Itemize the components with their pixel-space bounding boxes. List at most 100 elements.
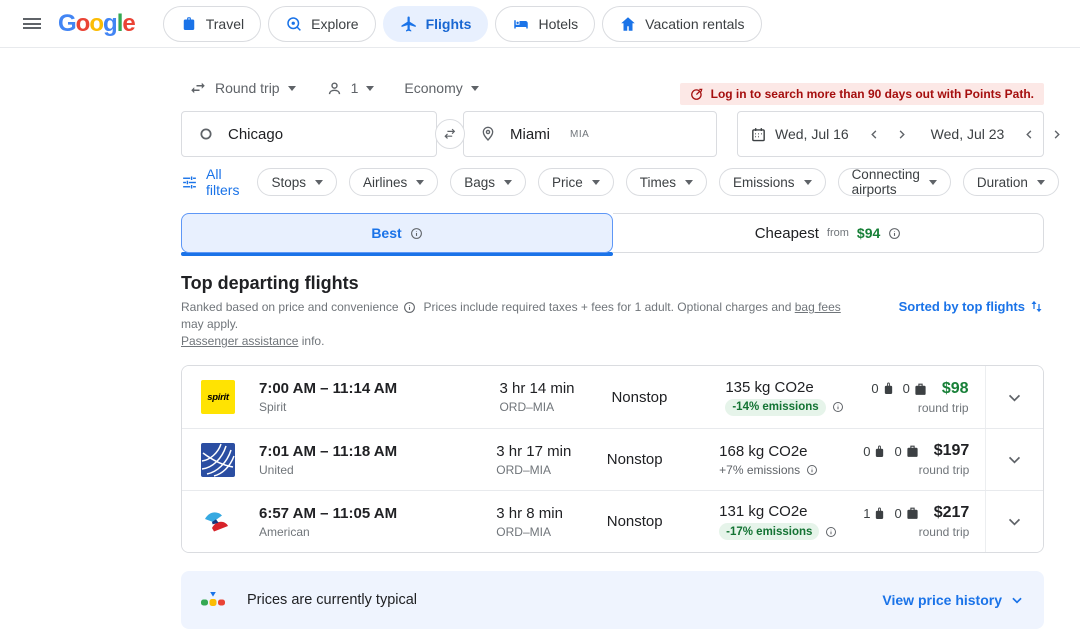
nav-vacation-rentals[interactable]: Vacation rentals [602,6,761,42]
carry-on-bag-icon [883,382,894,395]
all-filters-button[interactable]: All filters [181,166,245,198]
american-logo [201,505,235,539]
dates-field: Wed, Jul 16 Wed, Jul 23 [737,111,1044,157]
price-note: round trip [863,463,969,477]
all-filters-label: All filters [206,166,239,198]
bag-fees-link[interactable]: bag fees [795,300,841,314]
flight-co2: 135 kg CO2e [725,379,871,396]
emissions-badge: -14% emissions [725,399,825,416]
filter-chip-duration[interactable]: Duration [963,168,1059,196]
price-insight-banner: Prices are currently typical View price … [181,571,1044,629]
info-icon[interactable] [806,464,818,476]
origin-circle-icon [198,126,214,142]
sort-button[interactable]: Sorted by top flights [899,299,1044,350]
trip-type-select[interactable]: Round trip [181,79,304,97]
passengers-select[interactable]: 1 [318,80,383,97]
flight-route: ORD–MIA [496,525,606,539]
expand-flight-button[interactable] [985,366,1043,428]
chevron-down-icon [929,180,937,185]
swap-locations-button[interactable] [435,119,465,149]
filter-chip-emissions[interactable]: Emissions [719,168,826,196]
chip-label: Duration [977,175,1028,190]
expand-flight-button[interactable] [985,491,1043,552]
depart-next-day-button[interactable] [892,125,911,144]
fees-note: Prices include required taxes + fees for… [424,300,795,314]
passenger-note-post: info. [298,334,324,348]
checked-bag-count: 0 [894,506,901,521]
nav-flights[interactable]: Flights [383,6,489,42]
depart-date-value: Wed, Jul 16 [775,126,849,142]
nav-explore[interactable]: Explore [268,6,375,42]
tab-best[interactable]: Best [181,213,613,253]
destination-field[interactable]: MiamiMIA [463,111,717,157]
passenger-count: 1 [351,80,359,96]
points-path-banner[interactable]: Log in to search more than 90 days out w… [680,83,1044,105]
tab-cheapest[interactable]: Cheapest from $94 [613,213,1044,253]
nav-hotels[interactable]: Hotels [495,6,595,42]
flight-times: 7:01 AM – 11:18 AM [259,443,496,460]
info-icon[interactable] [888,227,901,240]
google-logo[interactable]: Google [58,10,135,38]
carry-on-bag-icon [874,445,885,458]
nav-vacation-rentals-label: Vacation rentals [645,16,744,32]
tune-sliders-icon [181,174,198,191]
nav-travel-label: Travel [206,16,244,32]
nav-travel[interactable]: Travel [163,6,261,42]
flight-stops: Nonstop [611,389,725,406]
flight-stops: Nonstop [607,451,719,468]
chevron-down-icon [471,86,479,91]
chevron-down-icon [416,180,424,185]
chevron-down-icon [1037,180,1045,185]
points-path-banner-text: Log in to search more than 90 days out w… [711,87,1034,101]
flight-route: ORD–MIA [499,400,611,414]
passenger-assistance-link[interactable]: Passenger assistance [181,334,298,348]
search-inputs-row: Chicago MiamiMIA Wed, Jul 16 Wed, Jul 23 [181,111,1044,157]
info-icon[interactable] [832,401,844,413]
flight-row-spirit[interactable]: spirit 7:00 AM – 11:14 AM Spirit 3 hr 14… [182,366,1043,428]
filter-chip-price[interactable]: Price [538,168,614,196]
suitcase-icon [180,15,198,33]
nav-hotels-label: Hotels [538,16,578,32]
united-logo [201,443,235,477]
flight-row-american[interactable]: 6:57 AM – 11:05 AM American 3 hr 8 min O… [182,490,1043,552]
emissions-badge: +7% emissions [719,463,800,477]
travel-nav: Travel Explore Flights Hotels Vacation r… [163,6,762,42]
cabin-class-select[interactable]: Economy [396,80,486,96]
return-next-day-button[interactable] [1047,125,1066,144]
chevron-down-icon [366,86,374,91]
filters-row: All filters Stops Airlines Bags Price Ti… [181,166,1044,198]
hamburger-menu-icon[interactable] [12,4,52,44]
flight-co2: 168 kg CO2e [719,443,863,460]
filter-chip-times[interactable]: Times [626,168,707,196]
flight-co2: 131 kg CO2e [719,503,863,520]
emissions-badge: -17% emissions [719,523,819,540]
nav-flights-label: Flights [426,16,472,32]
origin-field[interactable]: Chicago [181,111,437,157]
view-price-history-button[interactable]: View price history [882,592,1024,608]
return-date-value: Wed, Jul 23 [931,126,1005,142]
return-date-field[interactable]: Wed, Jul 23 [919,112,1075,156]
info-icon[interactable] [825,526,837,538]
return-prev-day-button[interactable] [1020,125,1039,144]
filter-chip-stops[interactable]: Stops [257,168,337,196]
flight-row-united[interactable]: 7:01 AM – 11:18 AM United 3 hr 17 min OR… [182,428,1043,490]
tab-best-label: Best [371,225,401,241]
sort-label: Sorted by top flights [899,299,1025,314]
depart-prev-day-button[interactable] [865,125,884,144]
tab-cheapest-label: Cheapest [755,225,819,242]
price-note: round trip [871,401,968,415]
spirit-logo: spirit [201,380,235,414]
filter-chip-bags[interactable]: Bags [450,168,526,196]
cabin-class-value: Economy [404,80,462,96]
chevron-down-icon [288,86,296,91]
house-icon [619,15,637,33]
filter-chip-airlines[interactable]: Airlines [349,168,438,196]
depart-date-field[interactable]: Wed, Jul 16 [738,112,919,156]
price-level-indicator-icon [201,592,225,609]
airline-name: Spirit [259,400,499,414]
filter-chip-connecting-airports[interactable]: Connecting airports [838,168,951,196]
info-icon[interactable] [403,301,416,314]
expand-flight-button[interactable] [985,429,1043,490]
flight-stops: Nonstop [607,513,719,530]
info-icon[interactable] [410,227,423,240]
